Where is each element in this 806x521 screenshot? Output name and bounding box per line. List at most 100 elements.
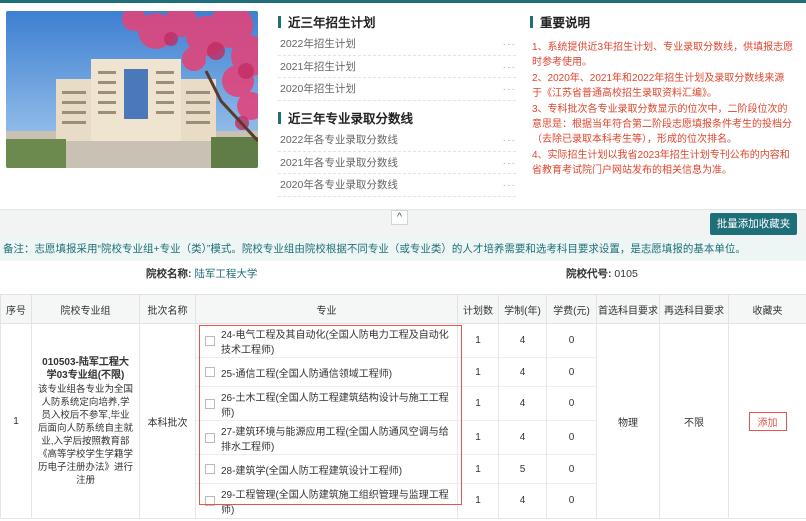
list-item: 27-建筑环境与能源应用工程(全国人防通风空调与给排水工程师) (196, 421, 457, 455)
note-item: 2、2020年、2021年和2022年招生计划及录取分数线来源于《江苏省普通高校… (532, 72, 785, 100)
major-name: 28-建筑学(全国人防工程建筑设计工程师) (221, 465, 403, 477)
more-icon: ··· (502, 179, 516, 191)
major-checkbox[interactable] (205, 367, 215, 377)
score-link-label: 2022年各专业录取分数线 (280, 134, 398, 146)
remark-text: 志愿填报采用“院校专业组+专业（类）”模式。院校专业组由院校根据不同专业（或专业… (34, 243, 746, 255)
major-list-cell: 24-电气工程及其自动化(全国人防电力工程及自动化技术工程师) 25-通信工程(… (195, 323, 458, 519)
plan-count-cell: 1 1 1 1 1 1 (457, 323, 499, 519)
add-to-favorites-button[interactable]: 添加 (748, 411, 787, 431)
fee-cell: 0 0 0 0 0 0 (546, 323, 597, 519)
school-name-label: 院校名称: (146, 268, 192, 280)
plan-link-2021[interactable]: 2021年招生计划 ··· (278, 56, 516, 78)
remark-prefix: 备注： (3, 243, 35, 255)
school-name-row: 院校名称: 陆军工程大学 (146, 266, 257, 281)
remark-bar: 备注：志愿填报采用“院校专业组+专业（类）”模式。院校专业组由院校根据不同专业（… (0, 237, 806, 261)
list-item: 25-通信工程(全国人防通信领域工程师) (196, 358, 457, 387)
chevron-up-icon[interactable]: ^ (391, 210, 408, 225)
col-header-group: 院校专业组 (31, 294, 140, 324)
score-section-title-text: 近三年专业录取分数线 (288, 112, 414, 126)
plan-count: 1 (458, 421, 498, 455)
major-checkbox[interactable] (205, 432, 215, 443)
list-item: 24-电气工程及其自动化(全国人防电力工程及自动化技术工程师) (196, 324, 457, 358)
plan-link-list: 2022年招生计划 ··· 2021年招生计划 ··· 2020年招生计划 ··· (278, 33, 516, 101)
major-name: 24-电气工程及其自动化(全国人防电力工程及自动化技术工程师) (221, 329, 449, 356)
study-years: 4 (499, 324, 546, 358)
batch-name: 本科批次 (139, 323, 196, 519)
batch-add-favorites-button[interactable]: 批量添加收藏夹 (710, 213, 797, 235)
note-item: 4、实际招生计划以我省2023年招生计划专刊公布的内容和省教育考试院门户网站发布… (532, 149, 790, 177)
study-years: 4 (499, 387, 546, 421)
tuition-fee: 0 (547, 455, 596, 484)
more-icon: ··· (502, 156, 516, 169)
study-years: 4 (519, 495, 526, 506)
school-code-value: 0105 (614, 268, 638, 280)
score-link-label: 2020年各专业录取分数线 (280, 179, 398, 191)
notes-section-title: 重要说明 (530, 12, 590, 31)
score-link-2021[interactable]: 2021年各专业录取分数线 ··· (278, 152, 516, 174)
school-code-row: 院校代号: 0105 (566, 266, 638, 281)
tuition-fee: 0 (547, 387, 596, 421)
major-group-table: 序号 院校专业组 批次名称 专业 计划数 学制(年) 学费(元) 首选科目要求 … (0, 294, 806, 519)
more-icon: ··· (502, 83, 516, 95)
study-years: 5 (499, 455, 546, 484)
list-item: 26-土木工程(全国人防工程建筑结构设计与施工工程师) (196, 387, 457, 421)
plan-count: 1 (458, 455, 498, 484)
group-cell: 010503-陆军工程大学03专业组(不限) 该专业组各专业为全国人防系统定向培… (31, 323, 140, 519)
list-item: 29-工程管理(全国人防建筑施工组织管理与监理工程师) (196, 484, 457, 518)
years-cell: 4 4 4 4 5 4 (498, 323, 547, 519)
more-icon: ··· (502, 134, 516, 146)
major-checkbox[interactable] (205, 464, 215, 474)
tuition-fee: 0 (547, 324, 596, 358)
score-link-label: 2021年各专业录取分数线 (280, 156, 398, 169)
major-checkbox[interactable] (205, 335, 215, 346)
more-icon: ··· (502, 60, 516, 73)
col-header-batch: 批次名称 (139, 294, 196, 324)
major-checkbox[interactable] (205, 398, 215, 409)
col-header-fee: 学费(元) (546, 294, 597, 324)
favorites-cell: 添加 (728, 323, 806, 519)
major-name: 27-建筑环境与能源应用工程(全国人防通风空调与给排水工程师) (221, 426, 449, 453)
group-description: 该专业组各专业为全国人防系统定向培养,学员入校后不参军,毕业后面向人防系统自主就… (38, 383, 134, 486)
plan-count: 1 (458, 324, 498, 358)
more-icon: ··· (502, 38, 516, 50)
col-header-plan: 计划数 (457, 294, 499, 324)
plan-count: 1 (458, 358, 498, 387)
major-name: 25-通信工程(全国人防通信领域工程师) (221, 368, 393, 380)
plan-count: 1 (475, 495, 481, 506)
col-header-major: 专业 (195, 294, 458, 324)
major-name: 29-工程管理(全国人防建筑施工组织管理与监理工程师) (221, 490, 449, 516)
col-header-years: 学制(年) (498, 294, 547, 324)
table-header-row: 序号 院校专业组 批次名称 专业 计划数 学制(年) 学费(元) 首选科目要求 … (0, 294, 806, 324)
note-item: 1、系统提供近3年招生计划、专业录取分数线，供填报志愿时参考使用。 (532, 42, 794, 69)
tuition-fee: 0 (547, 358, 596, 387)
plan-count: 1 (458, 387, 498, 421)
first-subject-requirement: 物理 (596, 323, 660, 519)
section-marker (278, 15, 281, 28)
list-item: 28-建筑学(全国人防工程建筑设计工程师) (196, 455, 457, 484)
plan-link-label: 2022年招生计划 (280, 38, 356, 50)
note-item: 3、专科批次各专业录取分数显示的位次中，二阶段位次的意思是：根据当年符合第二阶段… (532, 103, 792, 146)
score-link-2020[interactable]: 2020年各专业录取分数线 ··· (278, 174, 516, 197)
group-name: 010503-陆军工程大学03专业组(不限) (42, 356, 129, 381)
major-checkbox[interactable] (205, 496, 215, 506)
study-years: 4 (499, 421, 546, 455)
plan-section-title: 近三年招生计划 (278, 12, 376, 31)
study-years: 4 (499, 358, 546, 387)
section-marker (278, 111, 281, 124)
score-link-2022[interactable]: 2022年各专业录取分数线 ··· (278, 129, 516, 152)
notes-block: 1、系统提供近3年招生计划、专业录取分数线，供填报志愿时参考使用。 2、2020… (532, 40, 794, 179)
plan-link-2022[interactable]: 2022年招生计划 ··· (278, 33, 516, 56)
section-marker (530, 15, 533, 28)
plan-link-label: 2020年招生计划 (280, 83, 356, 95)
tuition-fee: 0 (547, 421, 596, 455)
tuition-fee: 0 (568, 495, 575, 506)
top-accent-line (0, 0, 806, 3)
plan-link-label: 2021年招生计划 (280, 60, 356, 73)
plan-link-2020[interactable]: 2020年招生计划 ··· (278, 78, 516, 101)
school-code-label: 院校代号: (566, 268, 612, 280)
table-row: 1 010503-陆军工程大学03专业组(不限) 该专业组各专业为全国人防系统定… (0, 323, 806, 519)
notes-section-title-text: 重要说明 (540, 16, 591, 30)
plan-section-title-text: 近三年招生计划 (288, 16, 376, 30)
campus-photo (6, 11, 258, 168)
col-header-index: 序号 (0, 294, 32, 324)
